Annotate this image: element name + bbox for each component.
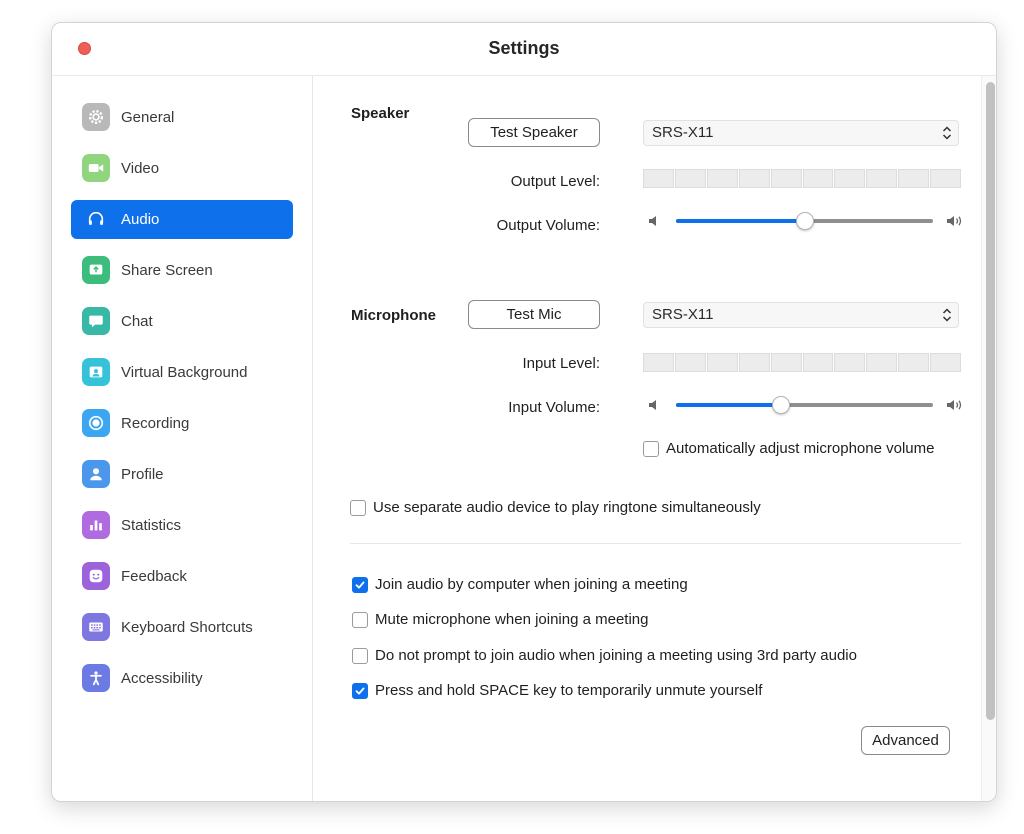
sidebar-item-profile[interactable]: Profile (71, 455, 293, 494)
sidebar-item-statistics[interactable]: Statistics (71, 506, 293, 545)
checkbox-box[interactable] (350, 499, 366, 516)
output-volume-label: Output Volume: (496, 217, 600, 234)
sidebar-item-label: Statistics (121, 517, 182, 534)
sidebar-item-share-screen[interactable]: Share Screen (71, 251, 293, 290)
section-divider (350, 543, 961, 544)
sidebar-item-recording[interactable]: Recording (71, 404, 293, 443)
statistics-icon (82, 511, 110, 539)
advanced-button[interactable]: Advanced (861, 726, 950, 755)
space-to-unmute-checkbox[interactable]: Press and hold SPACE key to temporarily … (352, 682, 762, 699)
sidebar-item-label: Feedback (121, 568, 187, 585)
settings-window: Settings General Video Audio Share Scree… (51, 22, 997, 802)
checkbox-box[interactable] (352, 647, 368, 664)
volume-low-icon (649, 400, 656, 410)
checkbox-label: Join audio by computer when joining a me… (375, 576, 688, 593)
input-volume-track (676, 396, 933, 414)
input-level-meter (643, 353, 962, 372)
join-audio-by-computer-checkbox[interactable]: Join audio by computer when joining a me… (352, 576, 688, 593)
checkbox-box[interactable] (352, 682, 368, 699)
separate-ringtone-device-checkbox[interactable]: Use separate audio device to play ringto… (350, 499, 761, 516)
chevron-up-down-icon (942, 308, 952, 322)
sidebar-item-label: Keyboard Shortcuts (121, 619, 253, 636)
checkbox-label: Press and hold SPACE key to temporarily … (375, 682, 763, 699)
sidebar-item-keyboard-shortcuts[interactable]: Keyboard Shortcuts (71, 608, 293, 647)
microphone-device-value: SRS-X11 (652, 306, 714, 323)
sidebar-item-feedback[interactable]: Feedback (71, 557, 293, 596)
speaker-device-value: SRS-X11 (652, 124, 714, 141)
sidebar-item-general[interactable]: General (71, 98, 293, 137)
microphone-section-label: Microphone (351, 307, 436, 324)
test-mic-button[interactable]: Test Mic (468, 300, 600, 329)
auto-adjust-mic-checkbox[interactable]: Automatically adjust microphone volume (643, 440, 934, 457)
feedback-smile-icon (82, 562, 110, 590)
volume-low-icon (649, 216, 656, 226)
sidebar-item-label: Share Screen (121, 262, 213, 279)
sidebar-item-label: Chat (121, 313, 153, 330)
share-screen-icon (82, 256, 110, 284)
output-volume-slider[interactable] (647, 211, 965, 231)
output-volume-track (676, 212, 933, 230)
sidebar-item-label: Video (121, 160, 160, 177)
video-camera-icon (82, 154, 110, 182)
scrollbar[interactable] (981, 76, 996, 801)
sidebar-item-label: Profile (121, 466, 164, 483)
input-volume-slider[interactable] (647, 395, 965, 415)
audio-settings-panel: Speaker Test Speaker SRS-X11 Output Leve… (314, 76, 982, 801)
checkbox-label: Automatically adjust microphone volume (666, 440, 935, 457)
input-level-label: Input Level: (522, 355, 600, 372)
input-volume-fill (676, 403, 782, 407)
speaker-device-select[interactable]: SRS-X11 (643, 120, 959, 146)
profile-icon (82, 460, 110, 488)
gear-icon (82, 103, 110, 131)
checkmark-icon (355, 687, 365, 694)
sidebar-item-audio[interactable]: Audio (71, 200, 293, 239)
checkbox-box[interactable] (643, 440, 659, 457)
mute-mic-on-join-checkbox[interactable]: Mute microphone when joining a meeting (352, 611, 649, 628)
chat-bubble-icon (82, 307, 110, 335)
sidebar-item-virtual-background[interactable]: Virtual Background (71, 353, 293, 392)
checkmark-icon (355, 581, 365, 588)
speaker-section-label: Speaker (351, 105, 410, 122)
output-volume-thumb[interactable] (795, 212, 814, 230)
output-volume-fill (676, 219, 805, 223)
sidebar-item-chat[interactable]: Chat (71, 302, 293, 341)
sidebar-item-label: General (121, 109, 175, 126)
sidebar-item-label: Virtual Background (121, 364, 248, 381)
scrollbar-thumb[interactable] (986, 82, 995, 720)
sidebar-item-accessibility[interactable]: Accessibility (71, 659, 293, 698)
volume-high-icon (947, 400, 962, 410)
recording-icon (82, 409, 110, 437)
chevron-up-down-icon (942, 126, 952, 140)
checkbox-label: Do not prompt to join audio when joining… (375, 647, 857, 664)
sidebar-item-label: Recording (121, 415, 190, 432)
virtual-background-icon (82, 358, 110, 386)
settings-sidebar: General Video Audio Share Screen Chat Vi… (52, 76, 313, 801)
sidebar-item-label: Audio (121, 211, 160, 228)
checkbox-label: Mute microphone when joining a meeting (375, 611, 649, 628)
headphones-icon (82, 205, 110, 233)
microphone-device-select[interactable]: SRS-X11 (643, 302, 959, 328)
checkbox-label: Use separate audio device to play ringto… (373, 499, 761, 516)
accessibility-icon (82, 664, 110, 692)
sidebar-item-video[interactable]: Video (71, 149, 293, 188)
window-title: Settings (488, 38, 560, 58)
input-volume-label: Input Volume: (508, 399, 600, 416)
test-speaker-button[interactable]: Test Speaker (468, 118, 600, 147)
sidebar-item-label: Accessibility (121, 670, 203, 687)
input-volume-thumb[interactable] (772, 396, 791, 414)
no-prompt-3rd-party-audio-checkbox[interactable]: Do not prompt to join audio when joining… (352, 647, 857, 664)
volume-high-icon (947, 216, 962, 226)
title-bar: Settings (52, 23, 996, 75)
checkbox-box[interactable] (352, 576, 368, 593)
output-level-meter (643, 169, 962, 188)
checkbox-box[interactable] (352, 611, 368, 628)
keyboard-icon (82, 613, 110, 641)
output-level-label: Output Level: (510, 173, 600, 190)
